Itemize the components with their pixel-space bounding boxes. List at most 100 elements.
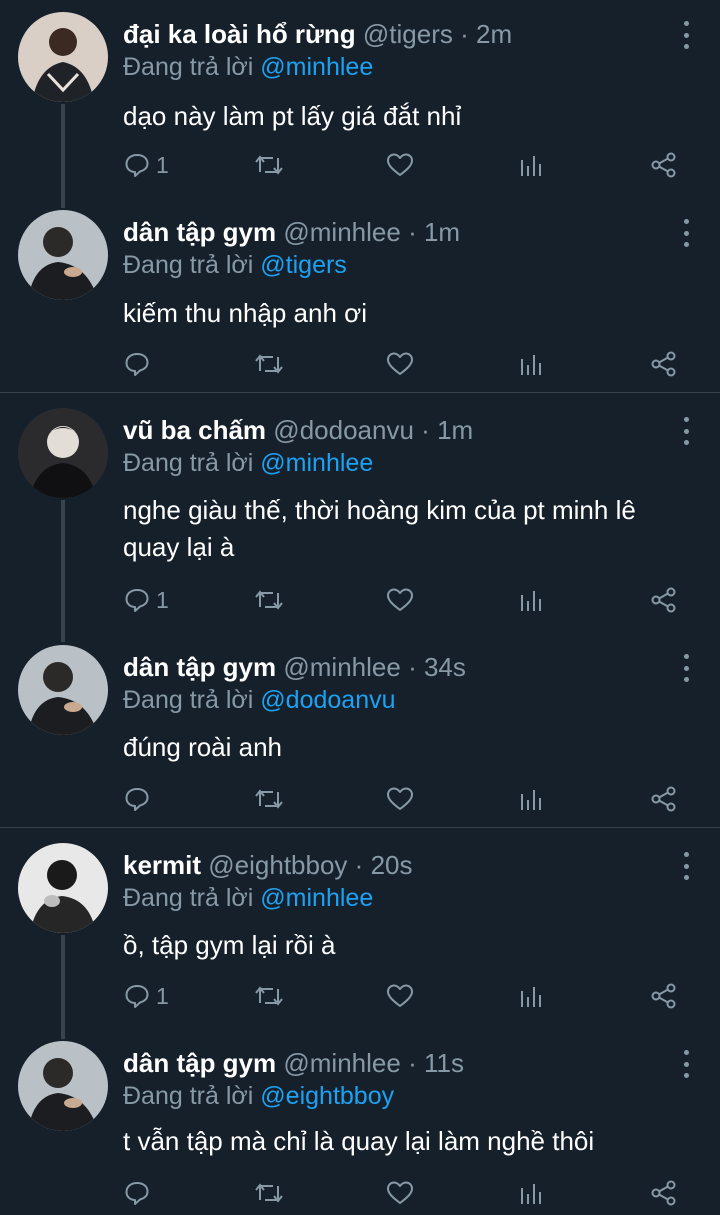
reply-button[interactable]: 1 xyxy=(124,580,169,620)
more-vertical-icon[interactable] xyxy=(680,21,692,49)
mention-link[interactable]: @dodoanvu xyxy=(260,686,395,714)
reply-context: Đang trả lời @dodoanvu xyxy=(123,685,396,715)
like-button[interactable] xyxy=(386,976,414,1016)
separator-dot: · xyxy=(408,1048,417,1078)
username[interactable]: @dodoanvu xyxy=(273,415,414,445)
like-icon xyxy=(387,352,413,375)
avatar[interactable] xyxy=(18,408,108,498)
analytics-button[interactable] xyxy=(520,145,544,185)
analytics-button[interactable] xyxy=(520,344,544,384)
like-icon xyxy=(387,787,413,810)
mention-link[interactable]: @tigers xyxy=(260,251,347,279)
retweet-button[interactable] xyxy=(254,1173,284,1213)
timestamp[interactable]: 11s xyxy=(424,1048,464,1078)
mention-link[interactable]: @minhlee xyxy=(260,53,373,81)
reply-context: Đang trả lời @minhlee xyxy=(123,448,373,478)
display-name[interactable]: vũ ba chấm xyxy=(123,415,266,445)
retweet-button[interactable] xyxy=(254,580,284,620)
like-icon xyxy=(387,1181,413,1204)
share-button[interactable] xyxy=(650,779,678,819)
share-button[interactable] xyxy=(650,976,678,1016)
analytics-icon xyxy=(521,591,541,611)
display-name[interactable]: dân tập gym xyxy=(123,217,276,247)
avatar[interactable] xyxy=(18,210,108,300)
action-bar: 1 xyxy=(0,976,720,1016)
more-vertical-icon[interactable] xyxy=(680,417,692,445)
timestamp[interactable]: 1m xyxy=(437,415,473,445)
timestamp[interactable]: 1m xyxy=(424,217,460,247)
avatar[interactable] xyxy=(18,645,108,735)
timestamp[interactable]: 34s xyxy=(424,652,466,682)
avatar[interactable] xyxy=(18,12,108,102)
reply-prefix: Đang trả lời xyxy=(123,1082,254,1110)
analytics-button[interactable] xyxy=(520,779,544,819)
action-bar: 1 xyxy=(0,145,720,185)
analytics-icon xyxy=(521,987,541,1007)
display-name[interactable]: dân tập gym xyxy=(123,1048,276,1078)
reply-prefix: Đang trả lời xyxy=(123,251,254,279)
tweet[interactable]: vũ ba chấm @dodoanvu · 1m Đang trả lời @… xyxy=(0,396,720,626)
share-button[interactable] xyxy=(650,145,678,185)
retweet-button[interactable] xyxy=(254,344,284,384)
retweet-icon xyxy=(255,590,283,610)
display-name[interactable]: dân tập gym xyxy=(123,652,276,682)
analytics-button[interactable] xyxy=(520,976,544,1016)
mention-link[interactable]: @minhlee xyxy=(260,449,373,477)
avatar[interactable] xyxy=(18,1041,108,1131)
reply-button[interactable] xyxy=(124,344,156,384)
tweet[interactable]: đại ka loài hổ rừng @tigers · 2m Đang tr… xyxy=(0,0,720,195)
display-name[interactable]: kermit xyxy=(123,850,201,880)
like-button[interactable] xyxy=(386,344,414,384)
tweet[interactable]: dân tập gym @minhlee · 34s Đang trả lời … xyxy=(0,633,720,827)
more-vertical-icon[interactable] xyxy=(680,1050,692,1078)
reply-button[interactable]: 1 xyxy=(124,145,169,185)
more-vertical-icon[interactable] xyxy=(680,219,692,247)
timestamp[interactable]: 2m xyxy=(476,19,512,49)
reply-button[interactable] xyxy=(124,779,156,819)
reply-prefix: Đang trả lời xyxy=(123,449,254,477)
reply-button[interactable]: 1 xyxy=(124,976,169,1016)
username[interactable]: @minhlee xyxy=(283,652,400,682)
reply-button[interactable] xyxy=(124,1173,156,1213)
share-button[interactable] xyxy=(650,344,678,384)
separator-dot: · xyxy=(421,415,430,445)
tweet-text: nghe giàu thế, thời hoàng kim của pt min… xyxy=(123,495,636,562)
more-vertical-icon[interactable] xyxy=(680,852,692,880)
share-button[interactable] xyxy=(650,1173,678,1213)
retweet-button[interactable] xyxy=(254,145,284,185)
username[interactable]: @minhlee xyxy=(283,217,400,247)
like-button[interactable] xyxy=(386,1173,414,1213)
more-vertical-icon[interactable] xyxy=(680,654,692,682)
retweet-button[interactable] xyxy=(254,976,284,1016)
action-bar: 1 xyxy=(0,580,720,620)
like-icon xyxy=(387,588,413,611)
tweet-text: ồ, tập gym lại rồi à xyxy=(123,930,336,960)
username[interactable]: @tigers xyxy=(363,19,453,49)
analytics-button[interactable] xyxy=(520,580,544,620)
share-icon xyxy=(651,1180,676,1206)
username[interactable]: @minhlee xyxy=(283,1048,400,1078)
mention-link[interactable]: @minhlee xyxy=(260,884,373,912)
tweet[interactable]: dân tập gym @minhlee · 1m Đang trả lời @… xyxy=(0,198,720,392)
reply-context: Đang trả lời @eightbboy xyxy=(123,1081,394,1111)
tweet[interactable]: dân tập gym @minhlee · 11s Đang trả lời … xyxy=(0,1029,720,1215)
display-name[interactable]: đại ka loài hổ rừng xyxy=(123,19,356,49)
analytics-icon xyxy=(521,1184,541,1204)
reply-icon xyxy=(125,788,149,811)
separator-dot: · xyxy=(408,652,417,682)
timestamp[interactable]: 20s xyxy=(371,850,413,880)
divider xyxy=(0,827,720,828)
like-button[interactable] xyxy=(386,580,414,620)
username[interactable]: @eightbboy xyxy=(208,850,347,880)
mention-link[interactable]: @eightbboy xyxy=(260,1082,394,1110)
retweet-button[interactable] xyxy=(254,779,284,819)
analytics-icon xyxy=(521,355,541,375)
avatar[interactable] xyxy=(18,843,108,933)
share-button[interactable] xyxy=(650,580,678,620)
like-button[interactable] xyxy=(386,779,414,819)
like-button[interactable] xyxy=(386,145,414,185)
share-icon xyxy=(651,983,676,1009)
analytics-button[interactable] xyxy=(520,1173,544,1213)
tweet-text: đúng roài anh xyxy=(123,732,283,762)
tweet[interactable]: kermit @eightbboy · 20s Đang trả lời @mi… xyxy=(0,831,720,1025)
